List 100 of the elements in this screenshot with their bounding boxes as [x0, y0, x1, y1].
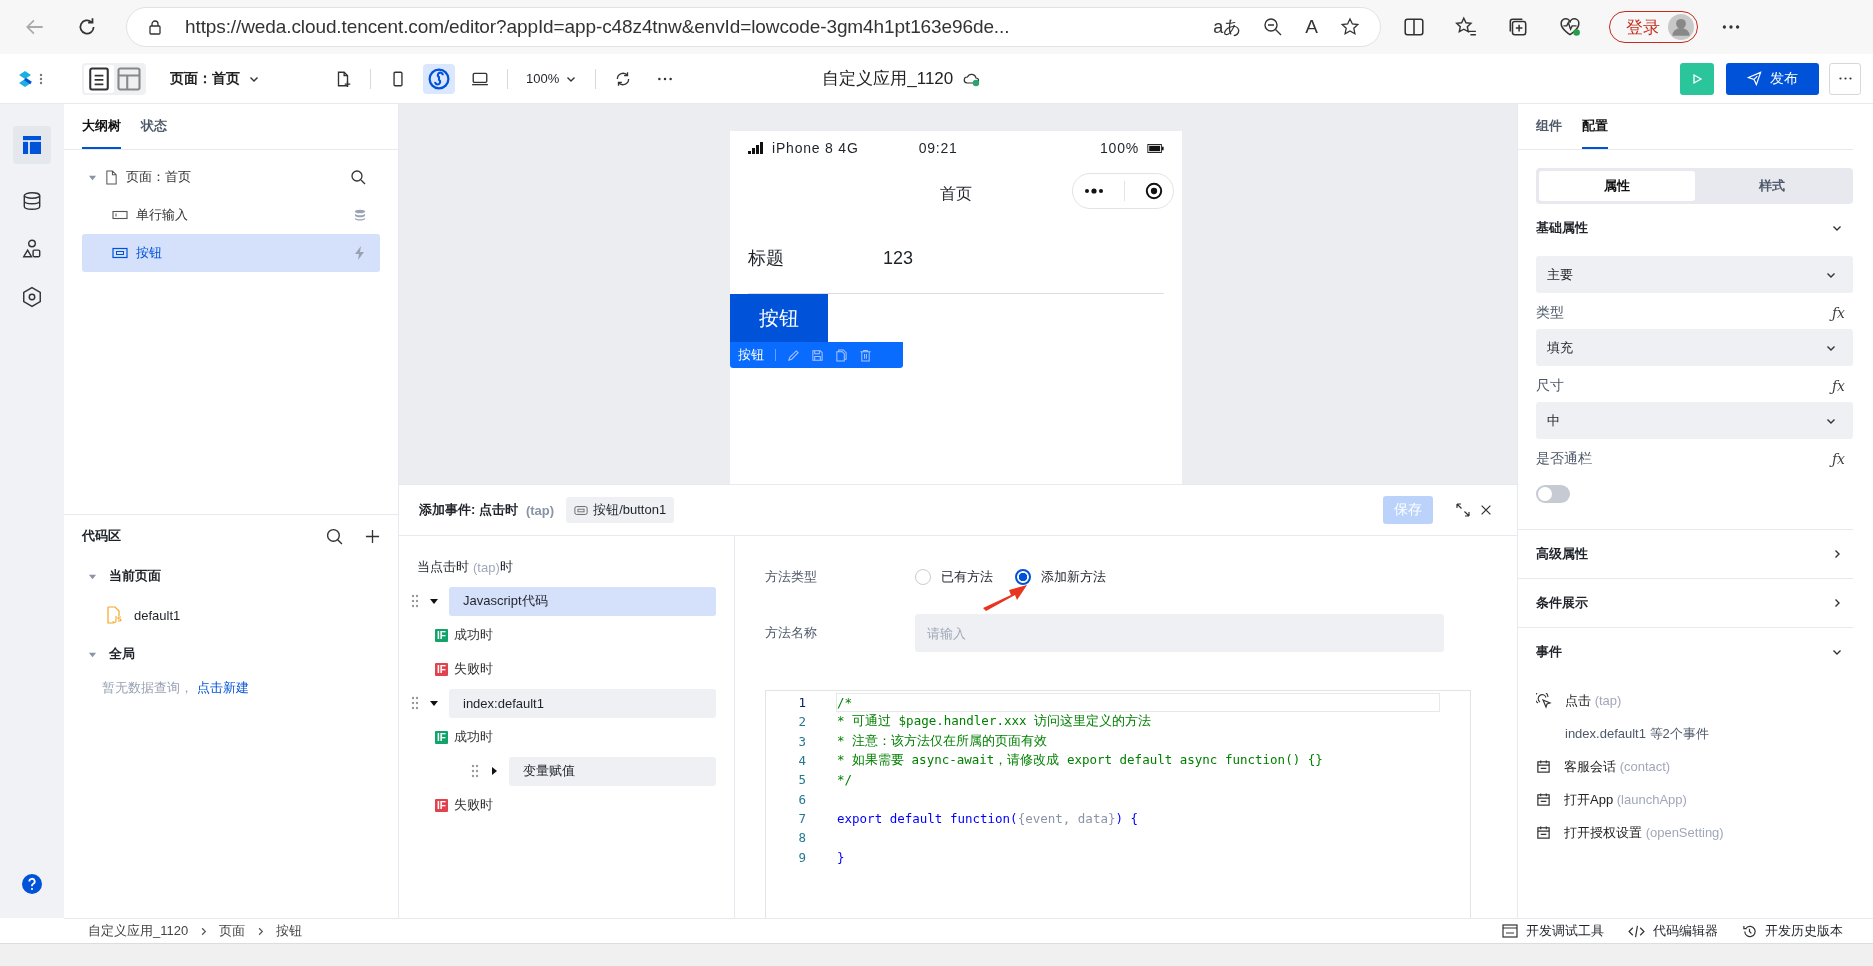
tree-item[interactable]: 页面：首页 — [82, 158, 380, 196]
tree-item[interactable]: 单行输入 — [82, 196, 380, 234]
select-field[interactable]: 中 — [1536, 402, 1853, 439]
radio-option[interactable]: 添加新方法 — [1015, 568, 1106, 586]
component-label: 按钮 — [738, 346, 764, 364]
drag-handle-icon[interactable] — [471, 764, 479, 778]
action-node[interactable]: Javascript代码 — [449, 586, 716, 616]
play-icon — [1691, 72, 1703, 85]
event-item[interactable]: 客服会话 (contact) — [1536, 750, 1853, 783]
toolbar-item[interactable]: 开发历史版本 — [1742, 922, 1843, 940]
action-node[interactable]: index:default1 — [449, 688, 716, 718]
add-icon[interactable] — [365, 528, 380, 544]
hexagon-settings-icon[interactable] — [21, 286, 43, 308]
page-selector[interactable]: 页面：首页 — [170, 69, 260, 88]
save-icon[interactable] — [811, 348, 824, 362]
event-handler-link[interactable]: index.default1 等2个事件 — [1536, 717, 1853, 750]
segment-tab[interactable]: 属性 — [1539, 171, 1695, 201]
miniprogram-icon[interactable] — [423, 63, 455, 94]
panel-tab[interactable]: 状态 — [141, 104, 167, 149]
collapse-caret-icon[interactable] — [429, 698, 439, 708]
panel-tab[interactable]: 组件 — [1536, 104, 1562, 149]
publish-button[interactable]: 发布 — [1726, 62, 1819, 95]
section-header[interactable]: 条件展示 — [1518, 578, 1853, 627]
line-number: 4 — [797, 753, 806, 769]
property-label: 类型 — [1536, 304, 1564, 322]
help-icon[interactable] — [22, 874, 42, 894]
method-name-field[interactable]: 请输入 — [915, 614, 1444, 652]
favorites-icon[interactable] — [1455, 16, 1477, 38]
health-icon[interactable] — [1559, 16, 1581, 38]
zoom-selector[interactable]: 100% — [526, 71, 578, 86]
panel-tab[interactable]: 配置 — [1582, 104, 1608, 149]
select-field[interactable]: 填充 — [1536, 329, 1853, 366]
code-line: */ — [837, 772, 853, 788]
calendar-icon — [1536, 792, 1551, 807]
expand-icon[interactable] — [1455, 502, 1471, 518]
delete-icon[interactable] — [859, 348, 872, 362]
collections-icon[interactable] — [1507, 16, 1529, 38]
segment-tab[interactable]: 样式 — [1694, 171, 1850, 201]
shapes-icon[interactable] — [21, 238, 43, 260]
code-file-item[interactable]: default1 — [82, 595, 380, 635]
field-value[interactable]: 123 — [883, 247, 914, 269]
zoom-out-icon[interactable] — [1263, 17, 1284, 37]
select-field[interactable]: 主要 — [1536, 256, 1853, 293]
formula-toggle[interactable]: ƒx — [1831, 378, 1845, 394]
event-item[interactable]: 打开App (launchApp) — [1536, 783, 1853, 816]
expand-caret-icon[interactable] — [489, 766, 499, 776]
line-number: 3 — [797, 733, 806, 749]
translate-glyph[interactable]: aあ — [1213, 15, 1242, 39]
carrier-text: iPhone 8 4G — [772, 140, 859, 156]
method-name-label: 方法名称 — [765, 624, 818, 642]
empty-message: 暂无数据查询， — [102, 680, 193, 695]
collapse-caret-icon[interactable] — [429, 596, 439, 606]
create-link[interactable]: 点击新建 — [196, 680, 249, 695]
search-icon[interactable] — [350, 169, 366, 185]
line-number: 9 — [797, 849, 806, 865]
toolbar-item[interactable]: 代码编辑器 — [1628, 922, 1718, 940]
event-item[interactable]: 打开授权设置 (openSetting) — [1536, 816, 1853, 849]
search-icon[interactable] — [326, 527, 343, 545]
dialog-title: 添加事件: 点击时 — [419, 501, 518, 519]
branch-label: 失败时 — [453, 796, 493, 814]
primary-button[interactable]: 按钮 — [730, 294, 828, 342]
send-icon — [1747, 71, 1762, 86]
button-component-icon — [112, 247, 128, 259]
breadcrumb-item[interactable]: 自定义应用_1120 — [88, 922, 189, 940]
close-icon[interactable] — [1479, 503, 1493, 517]
page-title: 首页 — [940, 183, 972, 204]
formula-toggle[interactable]: ƒx — [1831, 451, 1845, 467]
document-view-icon[interactable] — [84, 64, 114, 93]
code-editor[interactable]: 1 /* 2 * 可通过 $page.handler.xxx 访问这里定义的方法 3 * 注意：该方法仅在所属的页面有效 4 * 如果需要 async-await，请修改成 export default async function() {} 5 */ 6 7 export default function({event, data}) { 8 9 } — [765, 690, 1471, 918]
breadcrumb-item[interactable]: 页面 — [219, 922, 246, 940]
panel-tab[interactable]: 大纲树 — [82, 104, 121, 149]
toolbar-item[interactable]: 开发调试工具 — [1502, 922, 1604, 940]
data-binding-icon[interactable] — [354, 209, 366, 221]
split-screen-icon[interactable] — [1403, 16, 1425, 38]
drag-handle-icon[interactable] — [411, 696, 419, 710]
line-number: 5 — [797, 772, 806, 788]
history-icon — [1742, 923, 1757, 939]
database-icon[interactable] — [21, 190, 43, 212]
address-bar[interactable]: https://weda.cloud.tencent.com/editor?appId=app-c48z4tnw&envId=lowcode-3gm4h1pt163e96de... aあ A — [126, 7, 1381, 47]
section-header[interactable]: 事件 — [1518, 627, 1853, 676]
app-title: 自定义应用_1120 — [822, 68, 954, 90]
code-line: export default function({event, data}) { — [837, 810, 1139, 826]
drag-handle-icon[interactable] — [411, 594, 419, 608]
group-header[interactable]: 全局 — [82, 635, 380, 673]
tree-item[interactable]: 按钮 — [82, 234, 380, 272]
line-number: 1 — [797, 695, 806, 711]
formula-toggle[interactable]: ƒx — [1831, 305, 1845, 321]
toggle-switch[interactable] — [1536, 485, 1570, 503]
code-icon — [1628, 924, 1645, 938]
section-header[interactable]: 高级属性 — [1518, 529, 1853, 578]
read-aloud-glyph[interactable]: A — [1305, 16, 1318, 38]
breadcrumb-item[interactable]: 按钮 — [276, 922, 303, 940]
star-icon[interactable] — [1340, 17, 1360, 37]
group-header[interactable]: 当前页面 — [82, 557, 380, 595]
action-node[interactable]: 变量赋值 — [509, 756, 716, 786]
branch-label: 成功时 — [453, 626, 493, 644]
event-item[interactable]: 点击 (tap) — [1536, 684, 1853, 717]
section-header[interactable]: 基础属性 — [1518, 204, 1853, 252]
outline-nav-button[interactable] — [13, 126, 51, 164]
radio-option[interactable]: 已有方法 — [915, 568, 993, 586]
